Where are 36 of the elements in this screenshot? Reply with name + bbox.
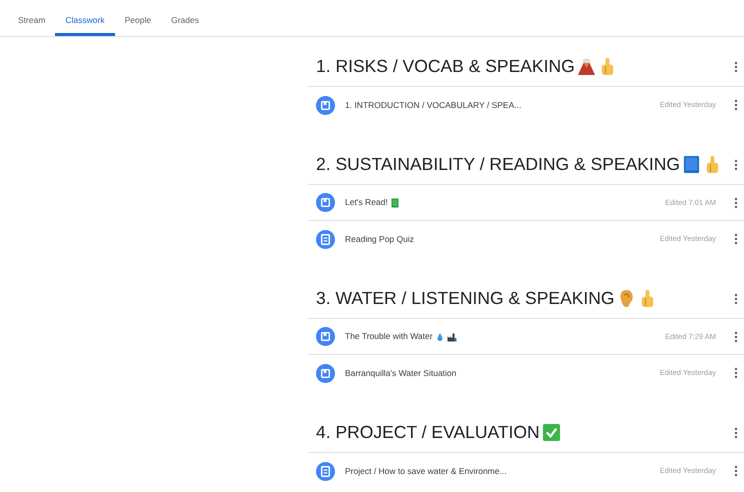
clipboard-icon: [316, 230, 335, 248]
item-title: The Trouble with Water: [345, 330, 433, 343]
topic-title: 1. RISKS / VOCAB & SPEAKING: [316, 55, 575, 78]
item-title: Project / How to save water & Environme...: [345, 464, 507, 478]
more-options-icon[interactable]: [734, 330, 738, 342]
more-options-icon[interactable]: [734, 99, 738, 111]
bookmark-icon: [316, 364, 335, 382]
more-options-icon[interactable]: [734, 292, 738, 304]
bookmark-icon: [316, 96, 335, 114]
check-icon: [542, 423, 561, 442]
topic-title: 2. SUSTAINABILITY / READING & SPEAKING: [316, 153, 680, 176]
item-title: Reading Pop Quiz: [345, 232, 414, 246]
book-icon: [390, 198, 400, 208]
bookmark-icon: [316, 327, 335, 346]
more-options-icon[interactable]: [734, 367, 738, 379]
tab[interactable]: Classwork: [55, 8, 115, 36]
topic-title: 4. PROJECT / EVALUATION: [316, 421, 540, 444]
more-options-icon[interactable]: [734, 465, 738, 477]
factory-icon: [446, 332, 457, 342]
tab[interactable]: Stream: [8, 8, 56, 36]
more-options-icon[interactable]: [734, 158, 738, 170]
item-title: Let's Read!: [345, 196, 388, 209]
volcano-icon: [576, 57, 596, 76]
item-title: Barranquilla's Water Situation: [345, 366, 456, 380]
clipboard-icon: [316, 462, 335, 480]
item-title: 1. INTRODUCTION / VOCABULARY / SPEA...: [345, 98, 522, 112]
droplet-icon: [434, 332, 445, 342]
tab[interactable]: Grades: [161, 8, 209, 36]
more-options-icon[interactable]: [734, 196, 738, 208]
book-icon: [682, 155, 702, 174]
tab[interactable]: People: [114, 8, 162, 36]
more-options-icon[interactable]: [734, 233, 738, 245]
more-options-icon[interactable]: [734, 426, 738, 438]
more-options-icon[interactable]: [734, 60, 738, 72]
bookmark-icon: [316, 193, 335, 212]
topic-title: 3. WATER / LISTENING & SPEAKING: [316, 287, 615, 310]
